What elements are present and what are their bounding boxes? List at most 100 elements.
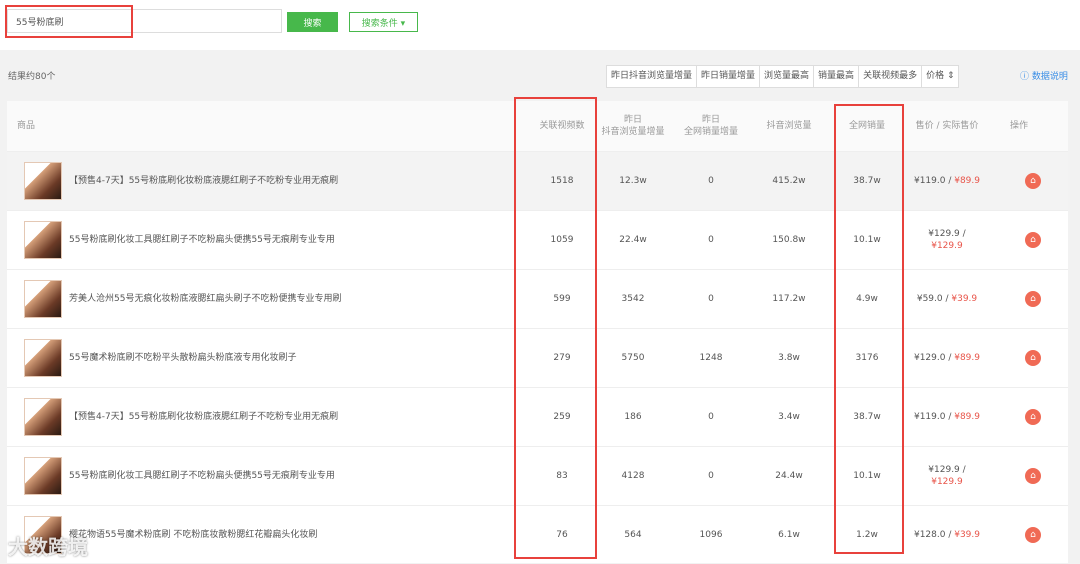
product-thumbnail[interactable] — [24, 162, 62, 200]
views: 3.4w — [778, 412, 800, 422]
sort-tab-price[interactable]: 价格 ⇕ — [922, 66, 958, 87]
col-sales-increase-line1: 昨日 — [701, 115, 720, 125]
product-name[interactable]: 55号粉底刷化妆工具腮红刷子不吃粉扁头便携55号无痕刷专业专用 — [69, 211, 335, 269]
col-product: 商品 — [17, 121, 36, 131]
sales-increase: 0 — [708, 471, 714, 481]
views-increase: 564 — [624, 530, 642, 540]
col-sales-increase[interactable]: 昨日 全网销量增量 — [673, 101, 749, 151]
views: 150.8w — [772, 235, 806, 245]
table-row[interactable]: 55号粉底刷化妆工具腮红刷子不吃粉扁头便携55号无痕刷专业专用 1059 22.… — [7, 210, 1068, 269]
product-name[interactable]: 55号魔术粉底刷不吃粉平头散粉扁头粉底液专用化妆刷子 — [69, 329, 296, 387]
sale-price: ¥39.9 — [954, 530, 980, 540]
product-thumbnail[interactable] — [24, 221, 62, 259]
list-price: ¥119.0 / — [913, 412, 955, 422]
product-name[interactable]: 55号粉底刷化妆工具腮红刷子不吃粉扁头便携55号无痕刷专业专用 — [69, 447, 335, 505]
product-name[interactable]: 【预售4-7天】55号粉底刷化妆粉底液腮红刷子不吃粉专业用无痕刷 — [69, 152, 338, 210]
list-price: ¥129.0 / — [913, 353, 955, 363]
sale-price: ¥39.9 — [951, 294, 978, 304]
sale-price: ¥89.9 — [954, 353, 980, 363]
data-help-link[interactable]: ⓘ 数据说明 — [1020, 69, 1068, 82]
video-count: 259 — [553, 412, 571, 422]
video-count: 1059 — [550, 235, 574, 245]
search-button[interactable]: 搜索 — [287, 12, 338, 32]
table-row[interactable]: 【预售4-7天】55号粉底刷化妆粉底液腮红刷子不吃粉专业用无痕刷 259 186… — [7, 387, 1068, 446]
operation: ⌂ — [1023, 506, 1043, 564]
sort-tab-views-increase[interactable]: 昨日抖音浏览量增量 — [607, 66, 698, 87]
views-increase: 4128 — [621, 471, 645, 481]
shopping-bag-icon[interactable]: ⌂ — [1025, 527, 1041, 543]
sales-increase: 0 — [708, 235, 714, 245]
sales: 38.7w — [853, 176, 881, 186]
col-sales[interactable]: 全网销量 — [829, 101, 905, 151]
sales-increase: 1096 — [699, 530, 723, 540]
product-name[interactable]: 【预售4-7天】55号粉底刷化妆粉底液腮红刷子不吃粉专业用无痕刷 — [69, 388, 338, 446]
video-count: 599 — [553, 294, 571, 304]
sort-tab-most-sales[interactable]: 销量最高 — [814, 66, 860, 87]
product-thumbnail[interactable] — [24, 280, 62, 318]
search-input[interactable] — [7, 9, 282, 33]
operation: ⌂ — [1023, 388, 1043, 446]
video-count: 83 — [556, 471, 568, 481]
price: ¥119.0 / ¥89.9 — [907, 388, 987, 446]
sort-tab-sales-increase[interactable]: 昨日销量增量 — [697, 66, 761, 87]
product-thumbnail[interactable] — [24, 339, 62, 377]
sales-increase: 0 — [708, 412, 714, 422]
sort-tab-most-views[interactable]: 浏览量最高 — [760, 66, 815, 87]
sales-increase: 0 — [708, 294, 714, 304]
sale-price: ¥129.9 — [931, 241, 963, 251]
sales: 38.7w — [853, 412, 881, 422]
watermark: 大数跨境 — [8, 535, 88, 559]
shopping-bag-icon[interactable]: ⌂ — [1025, 409, 1041, 425]
views-increase: 5750 — [621, 353, 645, 363]
sort-tabs: 昨日抖音浏览量增量 昨日销量增量 浏览量最高 销量最高 关联视频最多 价格 ⇕ — [606, 65, 960, 88]
table-row[interactable]: 55号魔术粉底刷不吃粉平头散粉扁头粉底液专用化妆刷子 279 5750 1248… — [7, 328, 1068, 387]
views: 6.1w — [778, 530, 800, 540]
col-views[interactable]: 抖音浏览量 — [751, 101, 827, 151]
shopping-bag-icon[interactable]: ⌂ — [1025, 232, 1041, 248]
sale-price: ¥89.9 — [954, 412, 980, 422]
video-count: 76 — [556, 530, 568, 540]
sort-tab-most-videos[interactable]: 关联视频最多 — [859, 66, 923, 87]
product-table: 商品 关联视频数 昨日 抖音浏览量增量 昨日全网销量增量 抖音浏览量 全网销量 售… — [7, 101, 1068, 563]
views: 24.4w — [775, 471, 803, 481]
col-price[interactable]: 售价 / 实际售价 — [907, 101, 987, 151]
table-row[interactable]: 55号粉底刷化妆工具腮红刷子不吃粉扁头便携55号无痕刷专业专用 83 4128 … — [7, 446, 1068, 505]
col-views-increase-line1: 昨日 — [623, 115, 642, 125]
sales: 1.2w — [856, 530, 878, 540]
product-thumbnail[interactable] — [24, 398, 62, 436]
price: ¥129.9 / ¥129.9 — [907, 447, 987, 505]
table-row[interactable]: 【预售4-7天】55号粉底刷化妆粉底液腮红刷子不吃粉专业用无痕刷 1518 12… — [7, 151, 1068, 210]
price: ¥128.0 / ¥39.9 — [907, 506, 987, 564]
list-price: ¥59.0 / — [916, 294, 952, 304]
sale-price: ¥89.9 — [954, 176, 980, 186]
price: ¥129.0 / ¥89.9 — [907, 329, 987, 387]
list-price: ¥129.9 / — [928, 229, 966, 239]
video-count: 1518 — [550, 176, 574, 186]
views-increase: 186 — [624, 412, 642, 422]
product-thumbnail[interactable] — [24, 457, 62, 495]
list-price: ¥128.0 / — [913, 530, 955, 540]
views-increase: 22.4w — [619, 235, 647, 245]
operation: ⌂ — [1023, 447, 1043, 505]
list-price: ¥129.9 / — [928, 465, 966, 475]
shopping-bag-icon[interactable]: ⌂ — [1025, 350, 1041, 366]
col-sales-increase-line2: 全网销量增量 — [683, 127, 738, 137]
product-name[interactable]: 樱花物语55号魔术粉底刷 不吃粉底妆散粉腮红花瓣扁头化妆刷 — [69, 506, 317, 564]
views: 117.2w — [772, 294, 806, 304]
shopping-bag-icon[interactable]: ⌂ — [1025, 173, 1041, 189]
price: ¥129.9 / ¥129.9 — [907, 211, 987, 269]
operation: ⌂ — [1023, 329, 1043, 387]
col-videos[interactable]: 关联视频数 — [527, 101, 597, 151]
search-conditions-button[interactable]: 搜索条件 ▾ — [349, 12, 418, 32]
table-row[interactable]: 樱花物语55号魔术粉底刷 不吃粉底妆散粉腮红花瓣扁头化妆刷 76 564 109… — [7, 505, 1068, 564]
operation: ⌂ — [1023, 270, 1043, 328]
shopping-bag-icon[interactable]: ⌂ — [1025, 291, 1041, 307]
table-row[interactable]: 芳美人沧州55号无痕化妆粉底液腮红扁头刷子不吃粉便携专业专用刷 599 3542… — [7, 269, 1068, 328]
sales: 10.1w — [853, 471, 881, 481]
col-views-increase[interactable]: 昨日 抖音浏览量增量 — [595, 101, 671, 151]
product-name[interactable]: 芳美人沧州55号无痕化妆粉底液腮红扁头刷子不吃粉便携专业专用刷 — [69, 270, 341, 328]
shopping-bag-icon[interactable]: ⌂ — [1025, 468, 1041, 484]
price: ¥59.0 / ¥39.9 — [907, 270, 987, 328]
views: 3.8w — [778, 353, 800, 363]
sales: 10.1w — [853, 235, 881, 245]
